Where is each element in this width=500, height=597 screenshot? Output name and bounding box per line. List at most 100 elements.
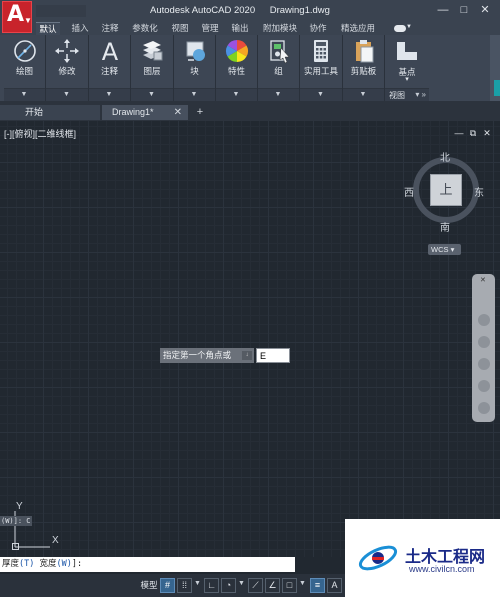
showmotion-icon[interactable] [478, 402, 490, 414]
object-snap-icon[interactable]: □ [282, 578, 297, 593]
panel-annotation-expander[interactable]: ▼ [89, 88, 130, 101]
modify-icon [55, 39, 79, 63]
panel-utilities-label: 实用工具 [303, 66, 338, 76]
panel-annotation[interactable]: A 注释 ▼ [89, 35, 131, 101]
cmd-prefix: 厚度 [2, 559, 20, 569]
panel-draw-expander[interactable]: ▼ [4, 88, 45, 101]
compass-east[interactable]: 东 [474, 184, 484, 199]
tab-output[interactable]: 输出 [228, 22, 252, 35]
viewport-restore-icon[interactable]: ⧉ [468, 128, 478, 138]
zoom-icon[interactable] [478, 358, 490, 370]
compass-north[interactable]: 北 [440, 149, 450, 164]
dynamic-input-field[interactable]: E [256, 348, 290, 363]
panel-group-label: 组 [274, 66, 283, 76]
tab-annotate[interactable]: 注释 [98, 22, 122, 35]
orbit-icon[interactable] [478, 380, 490, 392]
keyboard-arrow-icon[interactable]: ↓ [242, 351, 252, 360]
steeringwheel-icon[interactable] [478, 314, 490, 326]
tab-featured-apps[interactable]: 精选应用 [337, 22, 379, 35]
chevron-down-icon: ▼ [406, 24, 412, 30]
cmd-option-thickness[interactable]: (T) [19, 559, 34, 569]
app-title: Autodesk AutoCAD 2020 [150, 5, 256, 16]
panel-modify-expander[interactable]: ▼ [46, 88, 88, 101]
panel-block-expander[interactable]: ▼ [174, 88, 215, 101]
polar-tracking-icon[interactable]: ◔ [221, 578, 236, 593]
panel-block[interactable]: 块 ▼ [174, 35, 216, 101]
tab-insert[interactable]: 插入 [68, 22, 92, 35]
panel-group-expander[interactable]: ▼ [258, 88, 299, 101]
panel-utilities-expander[interactable]: ▼ [300, 88, 342, 101]
command-line[interactable]: 厚度(T) 宽度(W)]: [0, 557, 295, 572]
file-name: Drawing1.dwg [269, 5, 330, 16]
panel-group[interactable]: 组 ▼ [258, 35, 300, 101]
isometric-draft-icon[interactable]: ⟋ [248, 578, 263, 593]
chevron-down-icon: ▼ [24, 16, 32, 25]
quick-access-toolbar[interactable] [36, 5, 86, 17]
panel-utilities[interactable]: 实用工具 ▼ [300, 35, 343, 101]
cmd-suffix: ]: [71, 559, 83, 569]
chevron-down-icon: ▼ [190, 91, 198, 98]
minimize-button[interactable]: — [436, 3, 450, 17]
navigation-bar[interactable]: ✕ [472, 274, 495, 422]
annotation-scale-icon[interactable]: A [327, 578, 342, 593]
dynamic-input-prompt: 指定第一个角点或 ↓ [160, 348, 254, 363]
application-menu-button[interactable]: A ▼ [2, 1, 32, 33]
model-space-button[interactable]: 模型 [139, 578, 159, 593]
autocad-logo-icon: A [7, 2, 25, 27]
cmd-option-width[interactable]: (W) [57, 559, 72, 569]
close-button[interactable]: ✕ [478, 3, 492, 17]
watermark-url: www.civilcn.com [409, 564, 475, 574]
maximize-button[interactable]: □ [457, 3, 471, 17]
viewport-controls-label[interactable]: [-][俯视][二维线框] [4, 127, 76, 140]
chevron-down-icon[interactable]: ▼ [299, 580, 306, 587]
chevron-down-icon[interactable]: ▼ [238, 580, 245, 587]
panel-draw[interactable]: 绘图 ▼ [4, 35, 46, 101]
viewport-close-icon[interactable]: ✕ [482, 128, 492, 138]
panel-properties[interactable]: 特性 ▼ [216, 35, 258, 101]
cloud-menu-button[interactable]: ▼ [394, 24, 414, 32]
pan-icon[interactable] [478, 336, 490, 348]
panel-annotation-label: 注释 [100, 66, 118, 76]
new-tab-button[interactable]: + [193, 105, 207, 119]
tab-addins[interactable]: 附加模块 [259, 22, 301, 35]
tab-manage[interactable]: 管理 [198, 22, 222, 35]
tab-drawing1-label: Drawing1* [112, 107, 154, 117]
chevron-down-icon[interactable]: ▼ [194, 580, 201, 587]
close-icon[interactable]: ✕ [174, 105, 182, 120]
compass-south[interactable]: 南 [440, 219, 450, 234]
tab-parametric[interactable]: 参数化 [129, 22, 161, 35]
panel-layers[interactable]: 图层 ▼ [131, 35, 174, 101]
panel-layers-expander[interactable]: ▼ [131, 88, 173, 101]
snap-mode-icon[interactable]: ⁞⁞ [177, 578, 192, 593]
panel-view-expander[interactable]: 视图 ▾ » [385, 88, 429, 101]
group-icon [269, 40, 290, 64]
close-icon[interactable]: ✕ [480, 276, 486, 284]
viewcube[interactable]: 上 北 南 东 西 [404, 149, 484, 234]
chevron-down-icon: ▼ [63, 91, 70, 98]
wcs-menu-button[interactable]: WCS ▾ [428, 244, 461, 255]
lineweight-icon[interactable]: ≡ [310, 578, 325, 593]
panel-clipboard[interactable]: 剪贴板 ▼ [343, 35, 385, 101]
svg-text:A: A [101, 38, 118, 64]
drawing-canvas[interactable]: [-][俯视][二维线框] — ⧉ ✕ 上 北 南 东 西 WCS ▾ ✕ 指定… [0, 121, 500, 557]
viewport-minimize-icon[interactable]: — [454, 128, 464, 138]
panel-properties-label: 特性 [227, 66, 245, 76]
ucs-x-label: X [52, 535, 59, 546]
compass-west[interactable]: 西 [404, 184, 414, 199]
panel-clipboard-expander[interactable]: ▼ [343, 88, 384, 101]
grid-display-icon[interactable]: # [160, 578, 175, 593]
draw-icon [13, 40, 36, 62]
ortho-mode-icon[interactable]: ∟ [204, 578, 219, 593]
chevron-down-icon: ▾ [405, 76, 409, 83]
panel-modify[interactable]: 修改 ▼ [46, 35, 89, 101]
tab-view[interactable]: 视图 [168, 22, 192, 35]
ucs-origin-square [12, 543, 19, 550]
viewcube-top-face[interactable]: 上 [430, 174, 462, 206]
panel-properties-expander[interactable]: ▼ [216, 88, 257, 101]
tab-drawing1[interactable]: Drawing1* ✕ [102, 105, 188, 120]
tab-collaborate[interactable]: 协作 [306, 22, 330, 35]
panel-view[interactable]: 基点 ▾ 视图 ▾ » [385, 35, 429, 101]
tab-default[interactable]: 默认 [36, 22, 60, 35]
tab-start[interactable]: 开始 [0, 105, 100, 120]
object-snap-tracking-icon[interactable]: ∠ [265, 578, 280, 593]
